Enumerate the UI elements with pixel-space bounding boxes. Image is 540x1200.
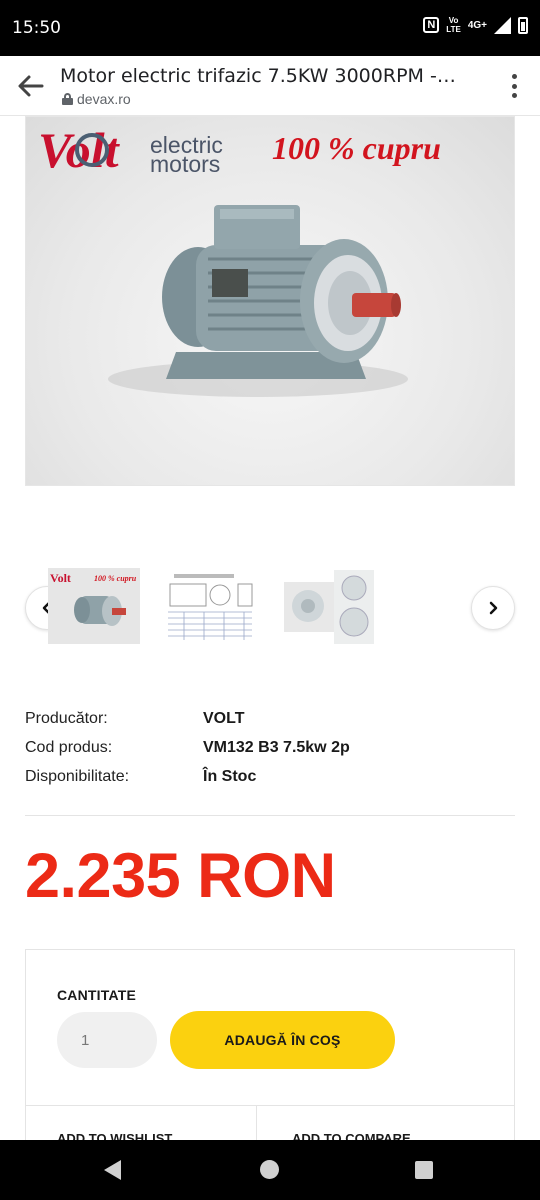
add-to-cart-button[interactable]: ADAUGĂ ÎN COŞ <box>170 1011 395 1069</box>
back-button[interactable] <box>14 71 46 101</box>
page-url[interactable]: devax.ro <box>62 91 131 107</box>
signal-icon <box>494 16 511 34</box>
thumb-slogan: 100 % cupru <box>94 574 137 583</box>
browser-toolbar: Motor electric trifazic 7.5KW 3000RPM - … <box>0 56 540 116</box>
arrow-left-icon <box>18 75 44 97</box>
nav-back-icon[interactable] <box>104 1160 121 1180</box>
page-title[interactable]: Motor electric trifazic 7.5KW 3000RPM - … <box>60 65 460 87</box>
thumbnail-motor[interactable]: Volt 100 % cupru <box>48 568 140 644</box>
chevron-right-icon <box>489 601 498 615</box>
more-vertical-icon <box>511 74 517 79</box>
spec-value: VM132 B3 7.5kw 2p <box>203 738 350 756</box>
status-icons: N Vo LTE 4G+ <box>423 16 528 34</box>
nav-home-icon[interactable] <box>260 1160 279 1179</box>
spec-label: Disponibilitate: <box>25 767 130 785</box>
gallery-next-button[interactable] <box>471 586 515 630</box>
logo-sub-2: motors <box>150 151 220 177</box>
slogan: 100 % cupru <box>272 130 441 166</box>
divider <box>26 1105 514 1106</box>
network-type-icon: 4G+ <box>467 19 487 31</box>
spec-row-product-code: Cod produs: VM132 B3 7.5kw 2p <box>25 733 515 762</box>
product-specs: Producător: VOLT Cod produs: VM132 B3 7.… <box>25 704 515 791</box>
nfc-icon: N <box>423 17 440 33</box>
volt-logo: Volt electric motors <box>38 122 223 178</box>
battery-icon <box>518 16 528 34</box>
spec-row-availability: Disponibilitate: În Stoc <box>25 762 515 791</box>
thumbnail-gallery: Volt 100 % cupru <box>25 560 515 650</box>
spec-row-manufacturer: Producător: VOLT <box>25 704 515 733</box>
nav-recents-icon[interactable] <box>415 1161 433 1179</box>
thumbnail-drawing[interactable] <box>164 568 256 644</box>
system-nav-bar <box>0 1140 540 1200</box>
spec-value: În Stoc <box>203 767 257 785</box>
product-price: 2.235 RON <box>25 841 336 911</box>
divider <box>25 815 515 816</box>
spec-label: Producător: <box>25 709 108 727</box>
spec-value[interactable]: VOLT <box>203 710 244 728</box>
more-menu-button[interactable] <box>510 74 518 98</box>
thumbnail-flange[interactable] <box>282 568 374 644</box>
lock-icon <box>62 93 73 105</box>
url-text: devax.ro <box>77 91 131 107</box>
spec-label: Cod produs: <box>25 738 113 756</box>
product-image[interactable]: Volt electric motors 100 % cupru <box>25 116 515 486</box>
quantity-label: CANTITATE <box>57 987 137 1003</box>
motor-illustration <box>108 205 408 397</box>
volte-icon: Vo LTE <box>446 16 461 34</box>
status-time: 15:50 <box>12 18 61 38</box>
thumb-logo: Volt <box>50 571 71 585</box>
quantity-input[interactable] <box>57 1012 157 1068</box>
status-bar: 15:50 N Vo LTE 4G+ <box>0 0 540 56</box>
